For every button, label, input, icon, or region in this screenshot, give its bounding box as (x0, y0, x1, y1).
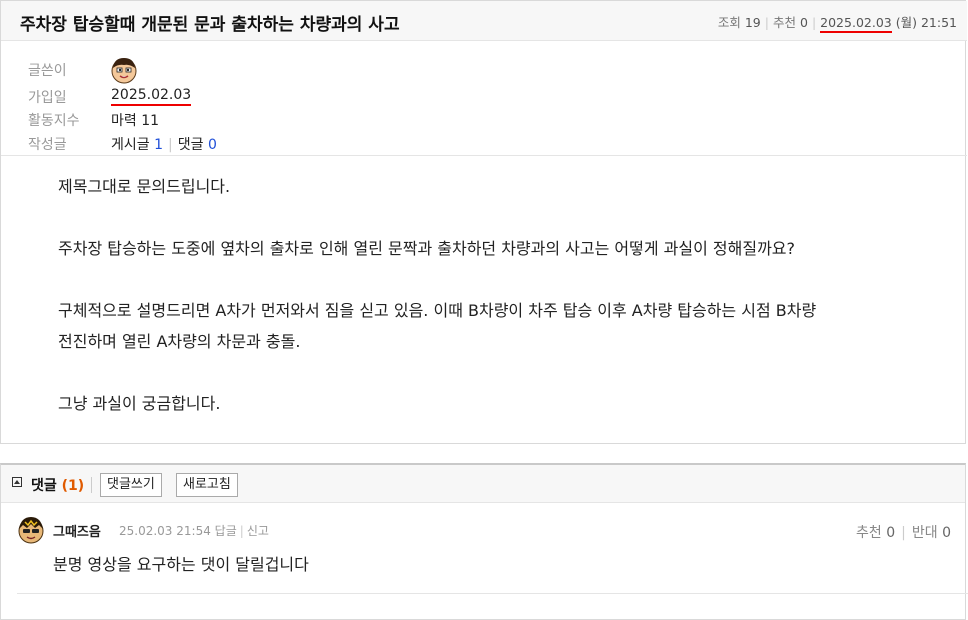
post-time: 21:51 (920, 15, 957, 30)
activity-value: 마력 11 (111, 113, 160, 129)
written-label: 작성글 (28, 137, 67, 153)
post-body: 제목그대로 문의드립니다. 주차장 탑승하는 도중에 옆차의 출차로 인해 열린… (58, 171, 938, 419)
post-container: 주차장 탑승할때 개문된 문과 출차하는 차량과의 사고 조회 19 | 추천 0 |… (0, 0, 967, 444)
report-link[interactable]: 신고 (247, 524, 269, 538)
comments-count: (1) (61, 478, 85, 494)
header-separator (91, 477, 92, 493)
writer-label: 글쓴이 (28, 63, 67, 79)
comments-header: 댓글 (1) 댓글쓰기 새로고침 (1, 465, 965, 503)
join-date-value: 2025.02.03 (111, 87, 192, 106)
reply-link[interactable]: 답글 (215, 524, 237, 538)
written-stats: 게시글 1 | 댓글 0 (111, 137, 217, 153)
views-label: 조회 (717, 15, 741, 30)
downvote-label: 반대 (911, 525, 938, 541)
upvote-label: 추천 (856, 525, 882, 541)
downvote-button[interactable]: 반대 0 (912, 525, 951, 541)
comment-meta: 25.02.03 21:54 답글 | 신고 (119, 524, 269, 538)
comment-time: 25.02.03 21:54 (119, 524, 211, 538)
body-line: 전진하며 열린 A차량의 차문과 충돌. (58, 332, 301, 351)
join-label: 가입일 (28, 90, 67, 106)
author-posts-label: 게시글 (111, 137, 150, 153)
comment-votes: 추천 0 | 반대 0 (856, 525, 951, 541)
author-avatar-icon[interactable] (110, 56, 138, 84)
views-count: 19 (744, 15, 761, 30)
activity-label: 활동지수 (28, 113, 80, 129)
write-comment-button[interactable]: 댓글쓰기 (100, 473, 162, 497)
comments-section: 댓글 (1) 댓글쓰기 새로고침 그때즈음 25.02.03 21:54 답글 |… (0, 463, 968, 620)
post-weekday: (월) (895, 15, 917, 30)
downvote-count: 0 (942, 525, 951, 541)
post-title-bar: 주차장 탑승할때 개문된 문과 출차하는 차량과의 사고 조회 19 | 추천 0 |… (1, 1, 967, 41)
comments-label: 댓글 (31, 478, 57, 494)
post-title: 주차장 탑승할때 개문된 문과 출차하는 차량과의 사고 (20, 15, 400, 35)
author-comments-label: 댓글 (177, 137, 204, 153)
recommend-count: 0 (799, 15, 808, 30)
author-posts-link[interactable]: 1 (154, 137, 163, 153)
body-line: 제목그대로 문의드립니다. (58, 177, 231, 196)
upvote-count: 0 (886, 525, 896, 541)
recommend-label: 추천 (772, 15, 796, 30)
commenter-nickname[interactable]: 그때즈음 (53, 521, 101, 540)
comment-text: 분명 영상을 요구하는 댓이 달릴겁니다 (53, 555, 309, 574)
body-line: 주차장 탑승하는 도중에 옆차의 출차로 인해 열린 문짝과 출차하던 차량과의… (58, 239, 796, 258)
post-date: 2025.02.03 (820, 15, 892, 33)
body-line: 그냥 과실이 궁금합니다. (58, 394, 221, 413)
collapse-toggle-icon[interactable] (12, 477, 22, 487)
refresh-button[interactable]: 새로고침 (176, 473, 238, 497)
post-divider (1, 155, 967, 156)
author-comments-link[interactable]: 0 (208, 137, 217, 153)
comments-title: 댓글 (1) (31, 475, 84, 495)
join-date: 2025.02.03 (111, 87, 192, 106)
body-line: 구체적으로 설명드리면 A차가 먼저와서 짐을 싣고 있음. 이때 B차량이 차… (58, 301, 817, 320)
post-meta: 조회 19 | 추천 0 | 2025.02.03 (월) 21:51 (717, 12, 957, 33)
upvote-button[interactable]: 추천 0 (856, 525, 895, 541)
comment-divider (17, 593, 968, 594)
commenter-avatar-icon[interactable] (17, 516, 45, 544)
